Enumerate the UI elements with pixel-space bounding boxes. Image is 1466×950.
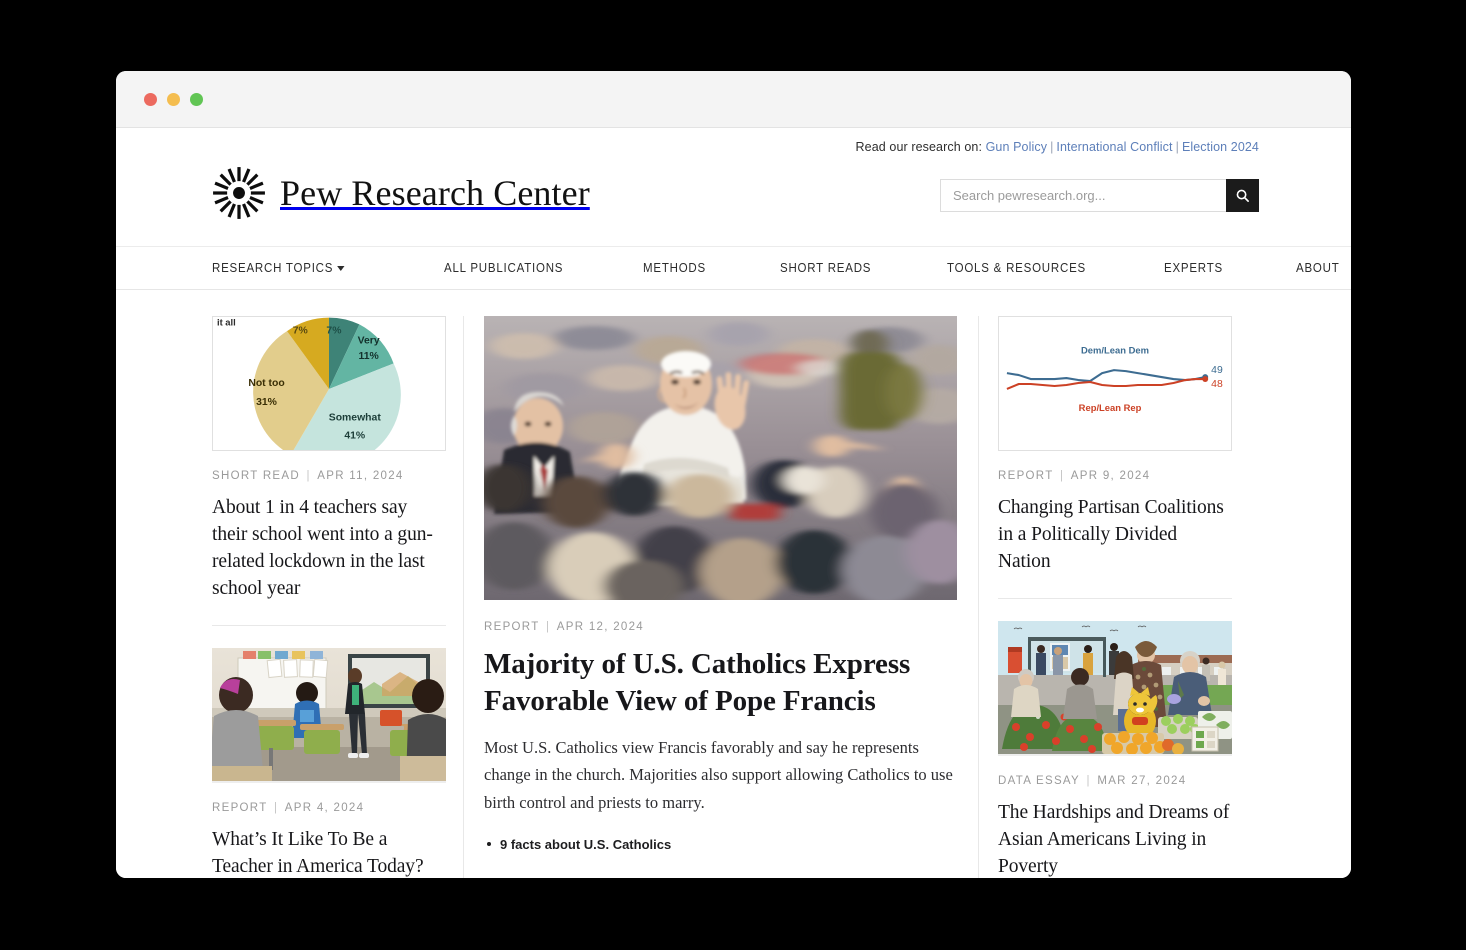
utility-bar: Read our research on: Gun Policy | Interna… (116, 128, 1351, 154)
site-title: Pew Research Center (280, 173, 590, 213)
card-eyebrow: SHORT READ | APR 11, 2024 (212, 470, 404, 482)
end-marker-rep (1202, 376, 1209, 383)
feature-title-link[interactable]: Majority of U.S. Catholics Express Favor… (484, 646, 957, 720)
homepage-content-grid: it all 7% 7% Very 11% Somewhat 41% Not t… (116, 290, 1351, 878)
card-eyebrow: REPORT | APR 9, 2024 (998, 470, 1151, 482)
nav-item-tools-resources[interactable]: TOOLS & RESOURCES (947, 261, 1086, 275)
card-date: APR 11, 2024 (317, 470, 404, 482)
pie-clipped-label: it all (217, 317, 236, 328)
line-series-rep (1006, 377, 1206, 390)
pie-chart: it all 7% 7% Very 11% Somewhat 41% Not t… (217, 317, 401, 450)
partisan-line-chart: Dem/Lean Dem 49 48 Rep/Lean Rep (1006, 344, 1223, 413)
pie-label-not-too-value: 31% (256, 397, 277, 408)
card-title-link[interactable]: What’s It Like To Be a Teacher in Americ… (212, 827, 446, 878)
classroom-photo-thumbnail[interactable] (212, 647, 446, 783)
masthead: Pew Research Center (116, 154, 1351, 220)
price-sign (1191, 726, 1219, 752)
pie-label-somewhat: Somewhat (329, 413, 382, 424)
article-card[interactable]: REPORT | APR 4, 2024 What’s It Like To B… (212, 647, 446, 878)
card-date: MAR 27, 2024 (1097, 774, 1187, 787)
card-kicker: SHORT READ (212, 470, 300, 482)
nav-label: RESEARCH TOPICS (212, 261, 334, 275)
card-title-link[interactable]: The Hardships and Dreams of Asian Americ… (998, 800, 1232, 878)
search-bar (940, 178, 1259, 212)
pie-label-somewhat-value: 41% (344, 431, 365, 442)
card-eyebrow: DATA ESSAY | MAR 27, 2024 (998, 774, 1187, 787)
search-icon (1235, 188, 1250, 203)
card-kicker: REPORT (212, 801, 268, 814)
card-kicker: DATA ESSAY (998, 774, 1081, 787)
zoom-window-button[interactable] (190, 92, 203, 106)
nav-list: RESEARCH TOPICS ALL PUBLICATIONS METHODS… (212, 261, 1339, 275)
page-content: Read our research on: Gun Policy | Interna… (116, 128, 1351, 878)
nav-item-all-publications[interactable]: ALL PUBLICATIONS (444, 261, 563, 275)
feature-article-card[interactable]: REPORT | APR 12, 2024 Majority of U.S. C… (484, 316, 957, 854)
utility-link-election-2024[interactable]: Election 2024 (1182, 140, 1259, 154)
list-item[interactable]: 9 facts about U.S. Catholics (487, 836, 957, 854)
sunburst-logo-icon (212, 166, 266, 220)
pie-chart-thumbnail[interactable]: it all 7% 7% Very 11% Somewhat 41% Not t… (212, 316, 446, 451)
feature-kicker: REPORT (484, 621, 540, 633)
column-divider (998, 597, 1232, 599)
market-illustration (998, 620, 1232, 754)
article-card[interactable]: DATA ESSAY | MAR 27, 2024 The Hardships … (998, 620, 1232, 878)
pope-francis-crowd-photo[interactable] (484, 316, 957, 600)
pie-label-not-too: Not too (248, 378, 284, 389)
feature-date: APR 12, 2024 (556, 621, 645, 633)
utility-separator: | (1175, 140, 1179, 154)
article-card[interactable]: Dem/Lean Dem 49 48 Rep/Lean Rep REPORT |… (998, 316, 1232, 576)
left-column: it all 7% 7% Very 11% Somewhat 41% Not t… (212, 316, 446, 878)
utility-link-gun-policy[interactable]: Gun Policy (986, 140, 1047, 154)
end-label-rep: 48 (1211, 379, 1223, 390)
search-submit-button[interactable] (1226, 178, 1259, 212)
pie-label-very: Very (358, 335, 380, 346)
card-eyebrow: REPORT | APR 4, 2024 (212, 801, 365, 814)
utility-link-international-conflict[interactable]: International Conflict (1056, 140, 1172, 154)
related-links-list: 9 facts about U.S. Catholics (484, 836, 957, 854)
browser-titlebar (116, 71, 1351, 128)
related-link[interactable]: 9 facts about U.S. Catholics (500, 837, 671, 852)
utility-label: Read our research on: (855, 140, 983, 154)
card-title-link[interactable]: About 1 in 4 teachers say their school w… (212, 495, 446, 603)
feature-column: REPORT | APR 12, 2024 Majority of U.S. C… (463, 316, 979, 878)
pie-label-gold-value: 7% (293, 325, 308, 336)
chevron-down-icon (336, 266, 345, 271)
series-label-dem: Dem/Lean Dem (1081, 344, 1149, 355)
column-divider (212, 624, 446, 626)
pie-label-very-value: 11% (359, 351, 379, 362)
nav-item-about[interactable]: ABOUT (1296, 261, 1340, 275)
card-kicker: REPORT (998, 470, 1054, 482)
pope-photo (484, 316, 957, 600)
nav-item-experts[interactable]: EXPERTS (1164, 261, 1223, 275)
line-series-dem (1006, 369, 1206, 383)
pie-label-dark-teal-value: 7% (326, 325, 341, 336)
feature-dek: Most U.S. Catholics view Francis favorab… (484, 738, 953, 812)
minimize-window-button[interactable] (167, 92, 180, 106)
site-logo-link[interactable]: Pew Research Center (212, 166, 590, 220)
card-title-link[interactable]: Changing Partisan Coalitions in a Politi… (998, 495, 1232, 576)
partisan-line-chart-thumbnail[interactable]: Dem/Lean Dem 49 48 Rep/Lean Rep (998, 316, 1232, 451)
main-navigation: RESEARCH TOPICS ALL PUBLICATIONS METHODS… (116, 246, 1351, 290)
nav-item-research-topics[interactable]: RESEARCH TOPICS (212, 261, 345, 275)
card-date: APR 4, 2024 (284, 801, 365, 814)
market-illustration-thumbnail[interactable] (998, 620, 1232, 756)
nav-item-short-reads[interactable]: SHORT READS (780, 261, 871, 275)
classroom-photo (212, 647, 446, 781)
browser-window: Read our research on: Gun Policy | Interna… (116, 71, 1351, 878)
close-window-button[interactable] (144, 92, 157, 106)
search-input[interactable] (940, 178, 1226, 212)
end-label-dem: 49 (1211, 365, 1223, 376)
feature-eyebrow: REPORT | APR 12, 2024 (484, 621, 645, 633)
article-card[interactable]: it all 7% 7% Very 11% Somewhat 41% Not t… (212, 316, 446, 603)
right-column: Dem/Lean Dem 49 48 Rep/Lean Rep REPORT |… (998, 316, 1232, 878)
card-date: APR 9, 2024 (1070, 470, 1151, 482)
nav-item-methods[interactable]: METHODS (643, 261, 706, 275)
series-label-rep: Rep/Lean Rep (1079, 402, 1142, 413)
